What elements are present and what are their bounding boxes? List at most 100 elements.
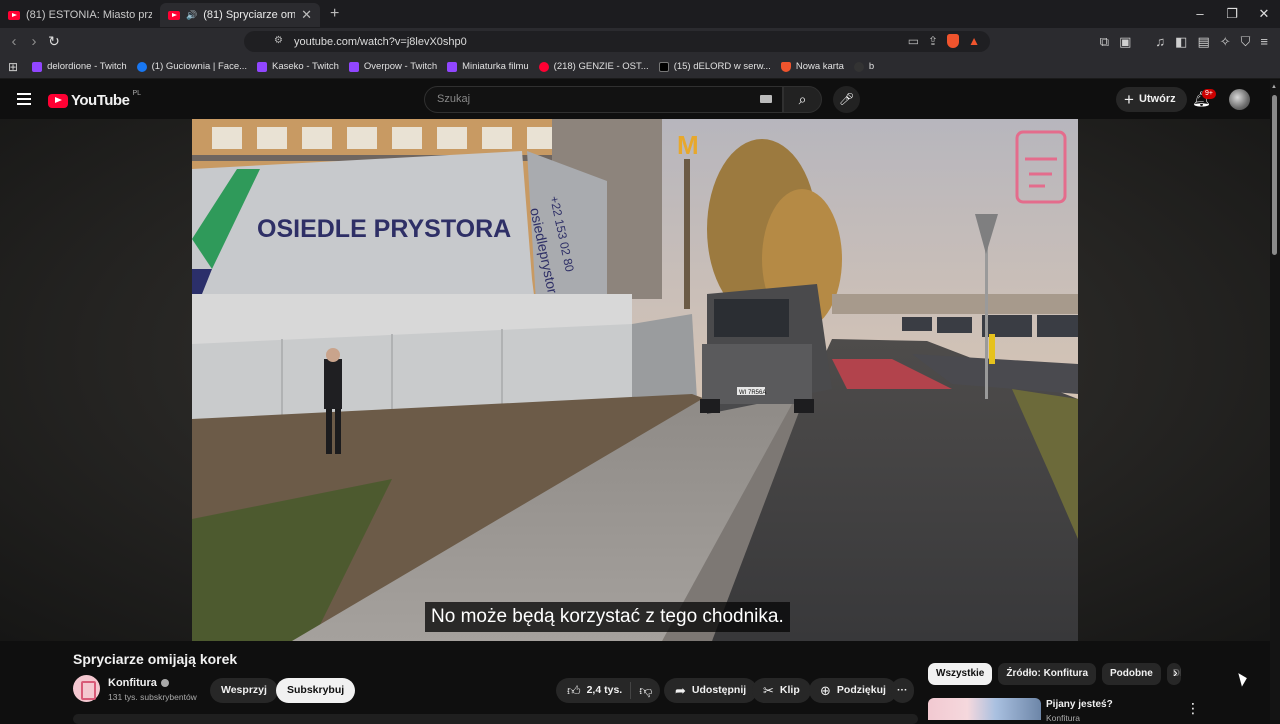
share-icon[interactable]: ⇪ — [928, 34, 938, 48]
support-button[interactable]: Wesprzyj — [210, 678, 278, 703]
bookmark-item[interactable]: Overpow - Twitch — [348, 61, 438, 72]
scroll-up-icon[interactable]: ▲ — [1271, 84, 1277, 90]
verified-icon — [160, 679, 169, 687]
youtube-favicon-icon — [8, 10, 20, 20]
x-icon — [658, 61, 669, 72]
share-label: Udostępnij — [691, 684, 747, 696]
youtube-logo[interactable]: YouTube PL — [48, 90, 141, 109]
screenshot-icon[interactable]: ▣ — [1119, 34, 1131, 50]
browser-tab[interactable]: (81) ESTONIA: Miasto przy granicy z Rosj… — [0, 3, 160, 27]
chip-source[interactable]: Źródło: Konfitura — [998, 663, 1097, 685]
youtube-masthead: YouTube PL Szukaj ⌕ 🎤︎ + Utwórz 🔔︎ 9+ — [0, 80, 1280, 119]
browser-tab-bar: (81) ESTONIA: Miasto przy granicy z Rosj… — [0, 0, 1280, 28]
rewards-icon[interactable]: ▲ — [968, 34, 980, 48]
browser-tab-active[interactable]: 🔊 (81) Spryciarze omijają korek ✕ — [160, 3, 320, 27]
video-title: Spryciarze omijają korek — [73, 651, 238, 667]
site-settings-icon[interactable]: ⚙ — [274, 35, 283, 46]
video-caption: No może będą korzystać z tego chodnika. — [425, 602, 790, 632]
subscribe-button[interactable]: Subskrybuj — [276, 678, 356, 703]
twitch-icon — [348, 61, 359, 72]
url-text: youtube.com/watch?v=j8levX0shp0 — [294, 35, 467, 48]
bookmark-item[interactable]: b — [853, 61, 874, 72]
like-icon[interactable]: 👍︎ — [567, 678, 581, 703]
bookmark-label: (1) Guciownia | Face... — [151, 61, 248, 72]
back-icon[interactable]: ‹ — [4, 33, 24, 50]
minimize-icon[interactable]: – — [1184, 0, 1216, 28]
search-icon: ⌕ — [798, 91, 807, 107]
keyboard-icon[interactable] — [760, 95, 772, 103]
brave-shield-icon[interactable] — [947, 34, 960, 48]
youtube-icon — [538, 61, 549, 72]
clip-button[interactable]: ✂ Klip — [752, 678, 811, 703]
more-vert-icon[interactable]: ⋮ — [1186, 700, 1200, 717]
divider — [630, 682, 632, 699]
more-actions-button[interactable]: ··· — [891, 678, 914, 703]
bookmark-label: Miniaturka filmu — [462, 61, 529, 72]
window-controls: – ❐ ✕ — [1184, 0, 1280, 28]
recommended-channel[interactable]: Konfitura — [1046, 713, 1080, 723]
speaker-icon[interactable]: 🔊 — [186, 10, 197, 21]
close-window-icon[interactable]: ✕ — [1248, 0, 1280, 28]
search-input[interactable]: Szukaj — [424, 86, 783, 113]
logo-text: YouTube — [71, 92, 130, 109]
description-box[interactable] — [73, 714, 918, 724]
apps-grid-icon[interactable]: ⊞ — [8, 60, 18, 74]
cast-icon[interactable]: ▭ — [908, 34, 919, 48]
new-tab-button[interactable]: + — [330, 5, 339, 23]
share-button[interactable]: ➦ Udostępnij — [664, 678, 758, 703]
bookmark-item[interactable]: Nowa karta — [780, 61, 844, 72]
scissors-icon: ✂ — [763, 683, 774, 698]
thanks-button[interactable]: ⊕ Podziękuj — [809, 678, 897, 703]
bookmark-label: Overpow - Twitch — [363, 61, 438, 72]
create-button[interactable]: + Utwórz — [1116, 87, 1187, 112]
clip-label: Klip — [779, 684, 800, 696]
leo-ai-icon[interactable]: ✧ — [1220, 34, 1231, 50]
bookmark-label: (15) dELORD w serw... — [673, 61, 771, 72]
thanks-label: Podziękuj — [836, 684, 886, 696]
address-toolbar: ‹ › ↻ ⚲ ⚙ youtube.com/watch?v=j8levX0shp… — [0, 28, 1280, 55]
plus-icon: + — [1124, 90, 1134, 109]
site-icon — [853, 61, 864, 72]
bookmark-item[interactable]: Miniaturka filmu — [447, 61, 529, 72]
bookmark-item[interactable]: (218) GENZIE - OST... — [538, 61, 649, 72]
search-button[interactable]: ⌕ — [783, 86, 822, 113]
dislike-icon[interactable]: 👎︎ — [639, 678, 652, 703]
chevron-right-icon[interactable]: › — [1173, 664, 1178, 680]
bookmark-item[interactable]: (15) dELORD w serw... — [658, 61, 771, 72]
recommended-title[interactable]: Pijany jesteś? — [1046, 699, 1113, 710]
channel-name[interactable]: Konfitura — [108, 677, 169, 689]
bookmark-item[interactable]: delordione - Twitch — [32, 61, 127, 72]
vpn-icon[interactable]: ⛉ — [1241, 34, 1251, 50]
wallet-icon[interactable]: ▤ — [1197, 34, 1209, 50]
chip-all[interactable]: Wszystkie — [928, 663, 993, 685]
tab-title: (81) Spryciarze omijają korek — [203, 9, 296, 21]
microphone-icon: 🎤︎ — [838, 92, 855, 106]
guide-menu-icon[interactable] — [17, 93, 31, 105]
like-dislike-group: 👍︎ 2,4 tys. 👎︎ — [556, 678, 661, 703]
voice-search-button[interactable]: 🎤︎ — [833, 86, 860, 113]
toolbar-icons: ⧉ ▣ ♫ ◧ ▤ ✧ ⛉ ≡ — [1100, 34, 1268, 50]
reload-icon[interactable]: ↻ — [44, 33, 64, 50]
share-arrow-icon: ➦ — [675, 683, 686, 698]
like-count[interactable]: 2,4 tys. — [587, 678, 623, 703]
bookmark-item[interactable]: (1) Guciownia | Face... — [136, 61, 248, 72]
close-tab-icon[interactable]: ✕ — [301, 7, 312, 23]
video-player[interactable]: OSIEDLE PRYSTORA +22 153 02 80 osiedlepr… — [192, 119, 1078, 641]
mouse-cursor-icon — [1238, 671, 1249, 687]
extensions-icon[interactable]: ⧉ — [1100, 34, 1109, 50]
music-icon[interactable]: ♫ — [1155, 34, 1165, 50]
url-field[interactable]: ⚙ youtube.com/watch?v=j8levX0shp0 ▭ ⇪ ▲ — [244, 31, 990, 52]
forward-icon[interactable]: › — [24, 33, 44, 50]
recommended-thumbnail[interactable] — [928, 698, 1041, 720]
twitch-icon — [32, 61, 43, 72]
channel-name-text: Konfitura — [108, 677, 157, 689]
billboard-text: OSIEDLE PRYSTORA — [257, 215, 511, 243]
menu-icon[interactable]: ≡ — [1260, 34, 1268, 50]
chip-related[interactable]: Podobne — [1102, 663, 1161, 685]
sidebar-icon[interactable]: ◧ — [1175, 34, 1187, 50]
scrollbar-thumb[interactable] — [1272, 95, 1277, 255]
avatar[interactable] — [1229, 89, 1250, 110]
channel-avatar[interactable] — [73, 675, 100, 702]
restore-icon[interactable]: ❐ — [1216, 0, 1248, 28]
bookmark-item[interactable]: Kaseko - Twitch — [257, 61, 339, 72]
